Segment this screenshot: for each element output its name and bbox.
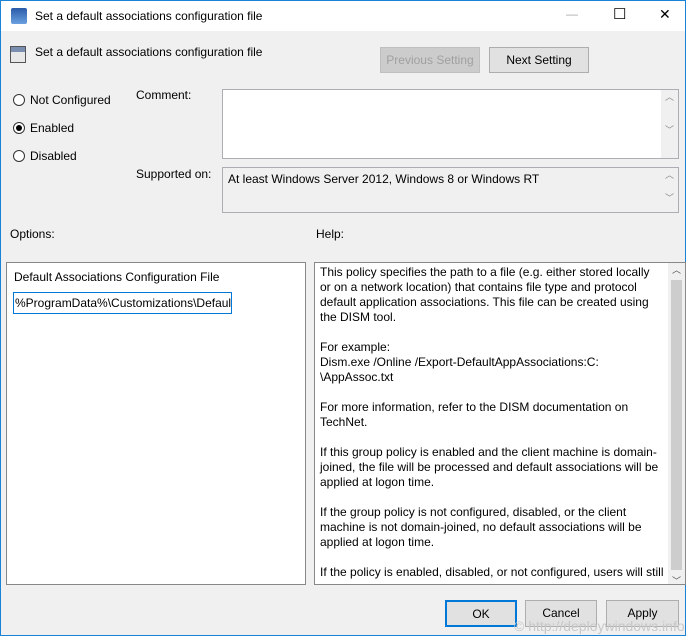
radio-not-configured[interactable]: Not Configured [13,93,111,107]
radio-circle[interactable] [13,94,25,106]
config-file-input[interactable]: %ProgramData%\Customizations\DefaultAppA… [13,292,232,314]
maximize-button[interactable]: ☐ [613,5,626,23]
previous-setting-button[interactable]: Previous Setting [380,47,480,73]
options-panel: Default Associations Configuration File … [6,262,306,585]
title-bar: Set a default associations configuration… [1,1,685,31]
scrollbar[interactable]: ︿﹀ [661,90,678,158]
help-paragraph: This policy specifies the path to a file… [320,265,663,325]
help-panel: This policy specifies the path to a file… [314,262,686,585]
help-scrollbar[interactable]: ︿﹀ [668,263,685,584]
help-paragraph: For more information, refer to the DISM … [320,400,663,430]
radio-circle-selected[interactable] [13,122,25,134]
supported-on-label: Supported on: [136,167,211,181]
ok-button[interactable]: OK [445,600,517,627]
close-button[interactable]: ✕ [659,6,671,23]
app-icon [11,8,27,24]
help-paragraph: If this group policy is enabled and the … [320,445,663,490]
supported-on-value: At least Windows Server 2012, Windows 8 … [228,172,539,186]
radio-disabled[interactable]: Disabled [13,149,77,163]
comment-label: Comment: [136,88,191,102]
scrollbar[interactable]: ︿﹀ [661,168,678,212]
radio-label: Enabled [30,121,74,135]
next-setting-button[interactable]: Next Setting [489,47,589,73]
radio-circle[interactable] [13,150,25,162]
setting-title: Set a default associations configuration… [35,45,262,59]
options-label: Options: [10,227,55,241]
radio-label: Disabled [30,149,77,163]
window-title: Set a default associations configuration… [35,9,262,23]
help-paragraph: If the group policy is not configured, d… [320,505,663,550]
watermark: © http://deploywindows.info [514,618,685,634]
config-file-value: %ProgramData%\Customizations\DefaultAppA… [15,296,232,310]
radio-label: Not Configured [30,93,111,107]
config-file-label: Default Associations Configuration File [14,270,219,284]
help-label: Help: [316,227,344,241]
radio-enabled[interactable]: Enabled [13,121,74,135]
setting-icon [10,46,26,63]
help-paragraph: If the policy is enabled, disabled, or n… [320,565,663,580]
minimize-button[interactable]: — [566,7,578,21]
comment-textarea[interactable]: ︿﹀ [222,89,679,159]
supported-on-box: At least Windows Server 2012, Windows 8 … [222,167,679,213]
policy-dialog: Set a default associations configuration… [0,0,686,636]
help-paragraph: For example: Dism.exe /Online /Export-De… [320,340,663,385]
